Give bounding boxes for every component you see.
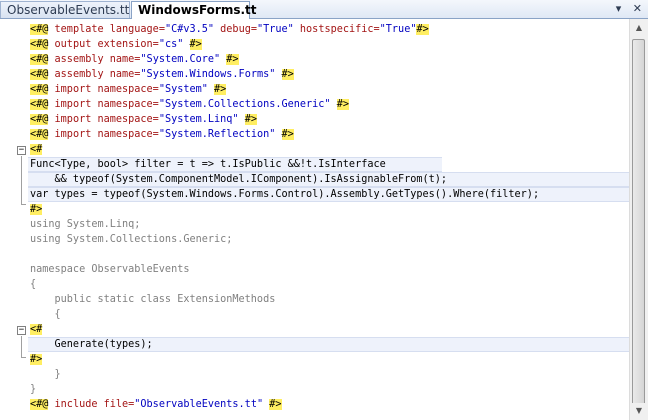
code-editor[interactable]: − − <#@ template language="C#v3.5" debug… <box>0 19 629 420</box>
chevron-down-icon[interactable]: ▾ <box>616 2 622 15</box>
scroll-down-button[interactable]: ▼ <box>631 403 647 419</box>
code-line: Generate(types); <box>0 337 629 352</box>
code-line: { <box>30 279 37 290</box>
code-line: } <box>30 384 37 395</box>
code-line: <#@ include file="ObservableEvents.tt" #… <box>30 399 282 410</box>
code-line: #> <box>30 354 43 365</box>
code-line: <#@ import namespace="System.Collections… <box>30 99 349 110</box>
code-line: #> <box>30 204 43 215</box>
scroll-up-button[interactable]: ▲ <box>631 20 647 36</box>
tab-controls: ▾ ✕ <box>608 2 642 15</box>
tab-observable-events[interactable]: ObservableEvents.tt <box>0 1 130 18</box>
code-line: <#@ template language="C#v3.5" debug="Tr… <box>30 24 429 35</box>
tab-windows-forms[interactable]: WindowsForms.tt <box>131 1 257 20</box>
code-line: { <box>30 309 61 320</box>
code-line: } <box>30 369 61 380</box>
code-line: var types = typeof(System.Windows.Forms.… <box>0 187 629 202</box>
code-line: <# <box>30 324 43 335</box>
code-line: <#@ import namespace="System.Reflection"… <box>30 129 294 140</box>
code-line: Func<Type, bool> filter = t => t.IsPubli… <box>0 157 629 172</box>
code-line: <#@ output extension="cs" #> <box>30 39 202 50</box>
scrollbar-thumb[interactable] <box>632 39 645 407</box>
vertical-scrollbar[interactable]: ▲ ▼ <box>629 19 648 420</box>
code-line: <#@ assembly name="System.Windows.Forms"… <box>30 69 294 80</box>
code-line: <#@ import namespace="System.Linq" #> <box>30 114 257 125</box>
code-line: public static class ExtensionMethods <box>30 294 276 305</box>
code-line: using System.Linq; <box>30 219 141 230</box>
code-line: && typeof(System.ComponentModel.ICompone… <box>0 172 629 187</box>
code-line: <# <box>30 144 43 155</box>
close-icon[interactable]: ✕ <box>633 2 642 15</box>
tab-bar: ObservableEvents.tt WindowsForms.tt ▾ ✕ <box>0 0 648 20</box>
code-line: <#@ import namespace="System" #> <box>30 84 227 95</box>
code-line: <#@ assembly name="System.Core" #> <box>30 54 239 65</box>
code-line: namespace ObservableEvents <box>30 264 190 275</box>
code-line: using System.Collections.Generic; <box>30 234 233 245</box>
